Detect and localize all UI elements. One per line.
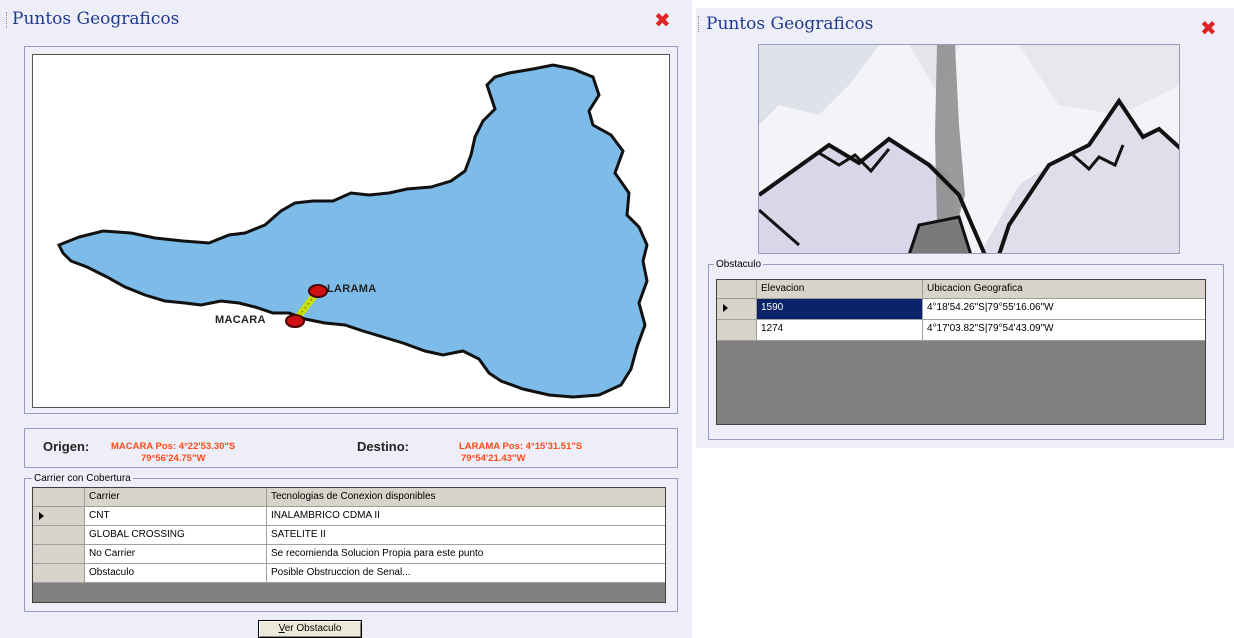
map-frame: LARAMA MACARA [24,46,678,414]
carrier-cell[interactable]: CNT [85,507,267,526]
table-row[interactable]: 1274 4°17'03.82"S|79°54'43.09"W [717,320,1205,341]
elevation-cell[interactable]: 1274 [757,320,923,341]
table-row[interactable]: 1590 4°18'54.26"S|79°55'16.06"W [717,299,1205,320]
marker-larama [308,284,328,298]
technology-cell[interactable]: Se recomienda Solucion Propia para este … [267,545,665,564]
row-selector-arrow-icon [723,304,728,312]
title-grip [698,16,700,32]
map-label-destination: LARAMA [327,283,377,295]
map-label-origin: MACARA [215,314,266,326]
terrain-svg [759,45,1179,253]
row-header[interactable] [33,545,85,564]
obstacle-grid[interactable]: Elevacion Ubicacion Geografica 1590 4°18… [716,279,1206,425]
button-label: er Obstaculo [284,623,342,634]
origin-coords-lon: 79°56'24.75"W [141,453,206,464]
close-icon[interactable]: ✖ [654,10,671,30]
carrier-cell[interactable]: No Carrier [85,545,267,564]
route-info: Origen: MACARA Pos: 4°22'53.30"S 79°56'2… [24,428,678,468]
marker-macara [285,314,305,328]
map-canvas[interactable]: LARAMA MACARA [32,54,670,408]
window-title: Puntos Geograficos [12,9,180,29]
province-shape [56,63,649,399]
row-header[interactable] [33,507,85,526]
left-window: Puntos Geograficos ✖ LARAMA MACARA Orige… [0,0,692,638]
row-header[interactable] [33,526,85,545]
column-header-technologies[interactable]: Tecnologias de Conexion disponibles [267,488,665,507]
close-icon[interactable]: ✖ [1200,18,1217,38]
elevation-cell[interactable]: 1590 [757,299,923,320]
carrier-cell[interactable]: Obstaculo [85,564,267,583]
table-row[interactable]: GLOBAL CROSSING SATELITE II [33,526,665,545]
carrier-cell[interactable]: GLOBAL CROSSING [85,526,267,545]
destination-label: Destino: [357,439,409,454]
title-grip [6,12,8,28]
view-obstacle-button[interactable]: Ver Obstaculo [258,620,362,638]
row-header[interactable] [33,564,85,583]
row-header[interactable] [717,299,757,320]
carriers-legend: Carrier con Cobertura [32,473,133,484]
column-header-elevation[interactable]: Elevacion [757,280,923,299]
technology-cell[interactable]: Posible Obstruccion de Senal... [267,564,665,583]
grid-header: Elevacion Ubicacion Geografica [717,280,1205,299]
location-cell[interactable]: 4°17'03.82"S|79°54'43.09"W [923,320,1205,341]
row-selector-arrow-icon [39,512,44,520]
column-header-carrier[interactable]: Carrier [85,488,267,507]
grid-header: Carrier Tecnologias de Conexion disponib… [33,488,665,507]
carriers-grid[interactable]: Carrier Tecnologias de Conexion disponib… [32,487,666,603]
right-window: Puntos Geograficos ✖ Obstaculo Elevacion… [696,8,1234,448]
origin-label: Origen: [43,439,90,454]
row-header[interactable] [717,320,757,341]
obstacle-terrain-image [758,44,1180,254]
origin-coords-lat: MACARA Pos: 4°22'53.30"S [111,441,236,452]
table-row[interactable]: CNT INALAMBRICO CDMA II [33,507,665,526]
table-row[interactable]: Obstaculo Posible Obstruccion de Senal..… [33,564,665,583]
technology-cell[interactable]: SATELITE II [267,526,665,545]
technology-cell[interactable]: INALAMBRICO CDMA II [267,507,665,526]
column-header-location[interactable]: Ubicacion Geografica [923,280,1205,299]
table-row[interactable]: No Carrier Se recomienda Solucion Propia… [33,545,665,564]
destination-coords-lon: 79°54'21.43"W [461,453,526,464]
map-svg [56,63,649,399]
location-cell[interactable]: 4°18'54.26"S|79°55'16.06"W [923,299,1205,320]
obstacle-legend: Obstaculo [714,259,764,270]
window-title: Puntos Geograficos [706,14,874,34]
destination-coords-lat: LARAMA Pos: 4°15'31.51"S [459,441,583,452]
